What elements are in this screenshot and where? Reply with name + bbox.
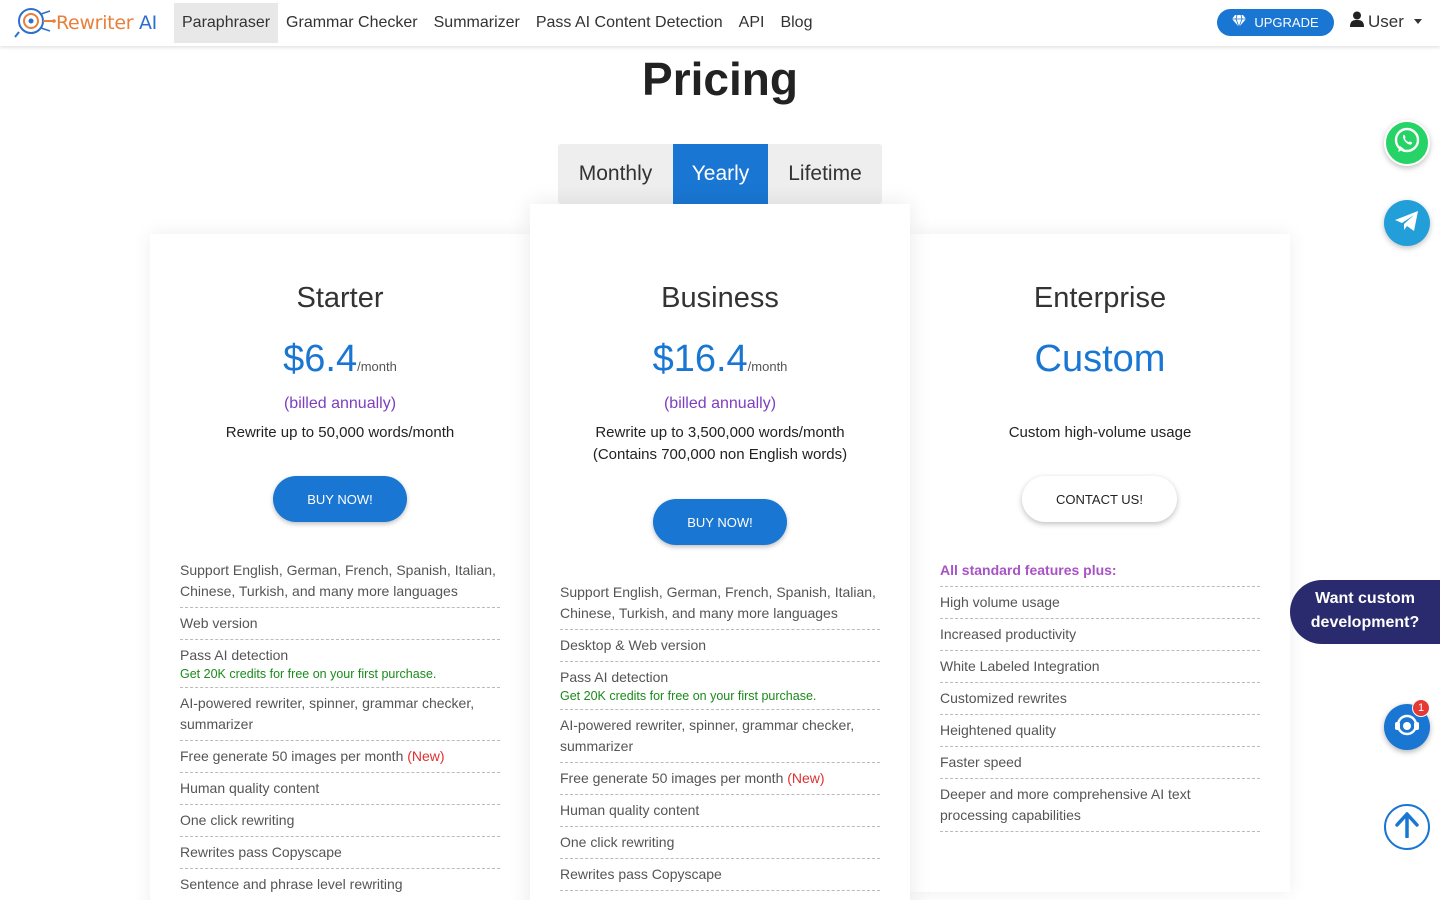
want-custom-development-button[interactable]: Want custom development? — [1290, 580, 1440, 644]
tab-lifetime[interactable]: Lifetime — [768, 144, 882, 204]
plan-card-business: Business $16.4/month (billed annually) R… — [530, 204, 910, 900]
feature-one-click: One click rewriting — [560, 827, 880, 859]
usage-description: Custom high-volume usage — [1008, 424, 1192, 441]
word-limit: Rewrite up to 50,000 words/month — [150, 422, 530, 444]
feature-human-quality: Human quality content — [180, 773, 500, 805]
buy-now-button[interactable]: BUY NOW! — [273, 476, 407, 522]
plan-card-enterprise: Enterprise Custom Custom high-volume usa… — [910, 234, 1290, 892]
feature-version: Desktop & Web version — [560, 630, 880, 662]
nav-link-summarizer[interactable]: Summarizer — [426, 3, 528, 43]
telegram-icon — [1394, 209, 1420, 238]
whatsapp-icon — [1392, 126, 1422, 161]
feature-copyscape: Rewrites pass Copyscape — [560, 859, 880, 891]
nav-link-grammar-checker[interactable]: Grammar Checker — [278, 3, 426, 43]
feature-high-volume: High volume usage — [940, 587, 1260, 619]
feature-customized-rewrites: Customized rewrites — [940, 683, 1260, 715]
user-icon — [1350, 11, 1364, 32]
plan-price: $6.4/month — [150, 338, 530, 381]
nav-link-api[interactable]: API — [731, 3, 773, 43]
logo-text: Rewriter AI — [56, 12, 157, 34]
feature-productivity: Increased productivity — [940, 619, 1260, 651]
feature-languages: Support English, German, French, Spanish… — [560, 577, 880, 630]
price-amount: $16.4 — [652, 338, 748, 380]
tab-monthly[interactable]: Monthly — [558, 144, 673, 204]
chevron-down-icon — [1413, 19, 1422, 24]
feature-white-label: White Labeled Integration — [940, 651, 1260, 683]
tab-yearly[interactable]: Yearly — [673, 144, 768, 204]
scroll-to-top-button[interactable] — [1384, 804, 1430, 850]
word-limit-line1: Rewrite up to 50,000 words/month — [225, 424, 455, 441]
price-amount: $6.4 — [283, 338, 358, 380]
plan-card-starter: Starter $6.4/month (billed annually) Rew… — [150, 234, 530, 900]
telegram-button[interactable] — [1384, 200, 1430, 246]
feature-speed: Faster speed — [940, 747, 1260, 779]
plan-price: $16.4/month — [530, 338, 910, 381]
feature-quality: Heightened quality — [940, 715, 1260, 747]
feature-sentence-level: Sentence and phrase level rewriting — [560, 891, 880, 900]
buy-now-button[interactable]: BUY NOW! — [653, 499, 787, 545]
new-tag: (New) — [407, 748, 445, 764]
logo-text-ai: AI — [133, 12, 157, 34]
billing-period-tabs: Monthly Yearly Lifetime — [558, 144, 882, 204]
plan-name: Starter — [296, 282, 384, 314]
price-period: /month — [747, 359, 788, 374]
feature-one-click: One click rewriting — [180, 805, 500, 837]
feature-images-label: Free generate 50 images per month — [560, 770, 784, 786]
contact-us-button[interactable]: CONTACT US! — [1022, 476, 1177, 522]
notification-badge: 1 — [1412, 699, 1430, 717]
feature-images: Free generate 50 images per month (New) — [560, 763, 880, 795]
feature-ai-tools: AI-powered rewriter, spinner, grammar ch… — [180, 688, 500, 741]
nav-link-paraphraser[interactable]: Paraphraser — [174, 3, 279, 43]
billed-annually: (billed annually) — [663, 395, 777, 412]
nav-link-blog[interactable]: Blog — [772, 3, 820, 43]
feature-pass-ai: Pass AI detection Get 20K credits for fre… — [560, 662, 880, 710]
feature-pass-ai-label: Pass AI detection — [180, 647, 289, 663]
arrow-up-icon — [1395, 811, 1419, 843]
user-label: User — [1368, 11, 1404, 31]
plan-price: Custom — [910, 338, 1290, 381]
feature-sentence-level: Sentence and phrase level rewriting — [180, 869, 500, 900]
feature-pass-ai-label: Pass AI detection — [560, 669, 669, 685]
logo[interactable]: Rewriter AI — [14, 5, 157, 41]
feature-version: Web version — [180, 608, 500, 640]
feature-images-label: Free generate 50 images per month — [180, 748, 404, 764]
diamond-icon — [1232, 14, 1247, 30]
feature-list: Support English, German, French, Spanish… — [560, 577, 880, 900]
feature-copyscape: Rewrites pass Copyscape — [180, 837, 500, 869]
upgrade-button[interactable]: UPGRADE — [1217, 9, 1334, 36]
feature-list: All standard features plus: High volume … — [940, 555, 1260, 832]
top-navbar: Rewriter AI Paraphraser Grammar Checker … — [0, 0, 1440, 46]
whatsapp-button[interactable] — [1384, 120, 1430, 166]
price-amount: Custom — [1034, 338, 1166, 380]
nav-links: Paraphraser Grammar Checker Summarizer P… — [174, 3, 820, 43]
feature-ai-tools: AI-powered rewriter, spinner, grammar ch… — [560, 710, 880, 763]
features-header: All standard features plus: — [940, 555, 1260, 587]
plan-name: Business — [661, 282, 779, 314]
feature-human-quality: Human quality content — [560, 795, 880, 827]
plan-name: Enterprise — [1033, 282, 1167, 314]
free-credits-note: Get 20K credits for free on your first p… — [180, 667, 437, 681]
feature-list: Support English, German, French, Spanish… — [180, 555, 500, 900]
user-menu[interactable]: User — [1350, 11, 1422, 32]
logo-text-rewriter: Rewriter — [56, 12, 134, 34]
page-title: Pricing — [642, 53, 798, 105]
word-limit: Rewrite up to 3,500,000 words/month (Cont… — [530, 422, 910, 466]
word-limit-line1: Rewrite up to 3,500,000 words/month — [595, 424, 845, 441]
price-period: /month — [357, 359, 397, 374]
feature-languages: Support English, German, French, Spanish… — [180, 555, 500, 608]
feature-ai-processing: Deeper and more comprehensive AI text pr… — [940, 779, 1260, 832]
upgrade-label: UPGRADE — [1254, 15, 1319, 30]
word-limit-line2: (Contains 700,000 non English words) — [592, 446, 848, 463]
logo-robot-icon — [14, 5, 56, 41]
billed-annually: (billed annually) — [283, 395, 397, 412]
feature-images: Free generate 50 images per month (New) — [180, 741, 500, 773]
free-credits-note: Get 20K credits for free on your first p… — [560, 689, 817, 703]
feature-pass-ai: Pass AI detection Get 20K credits for fre… — [180, 640, 500, 688]
nav-link-pass-ai-detection[interactable]: Pass AI Content Detection — [528, 3, 731, 43]
new-tag: (New) — [787, 770, 825, 786]
